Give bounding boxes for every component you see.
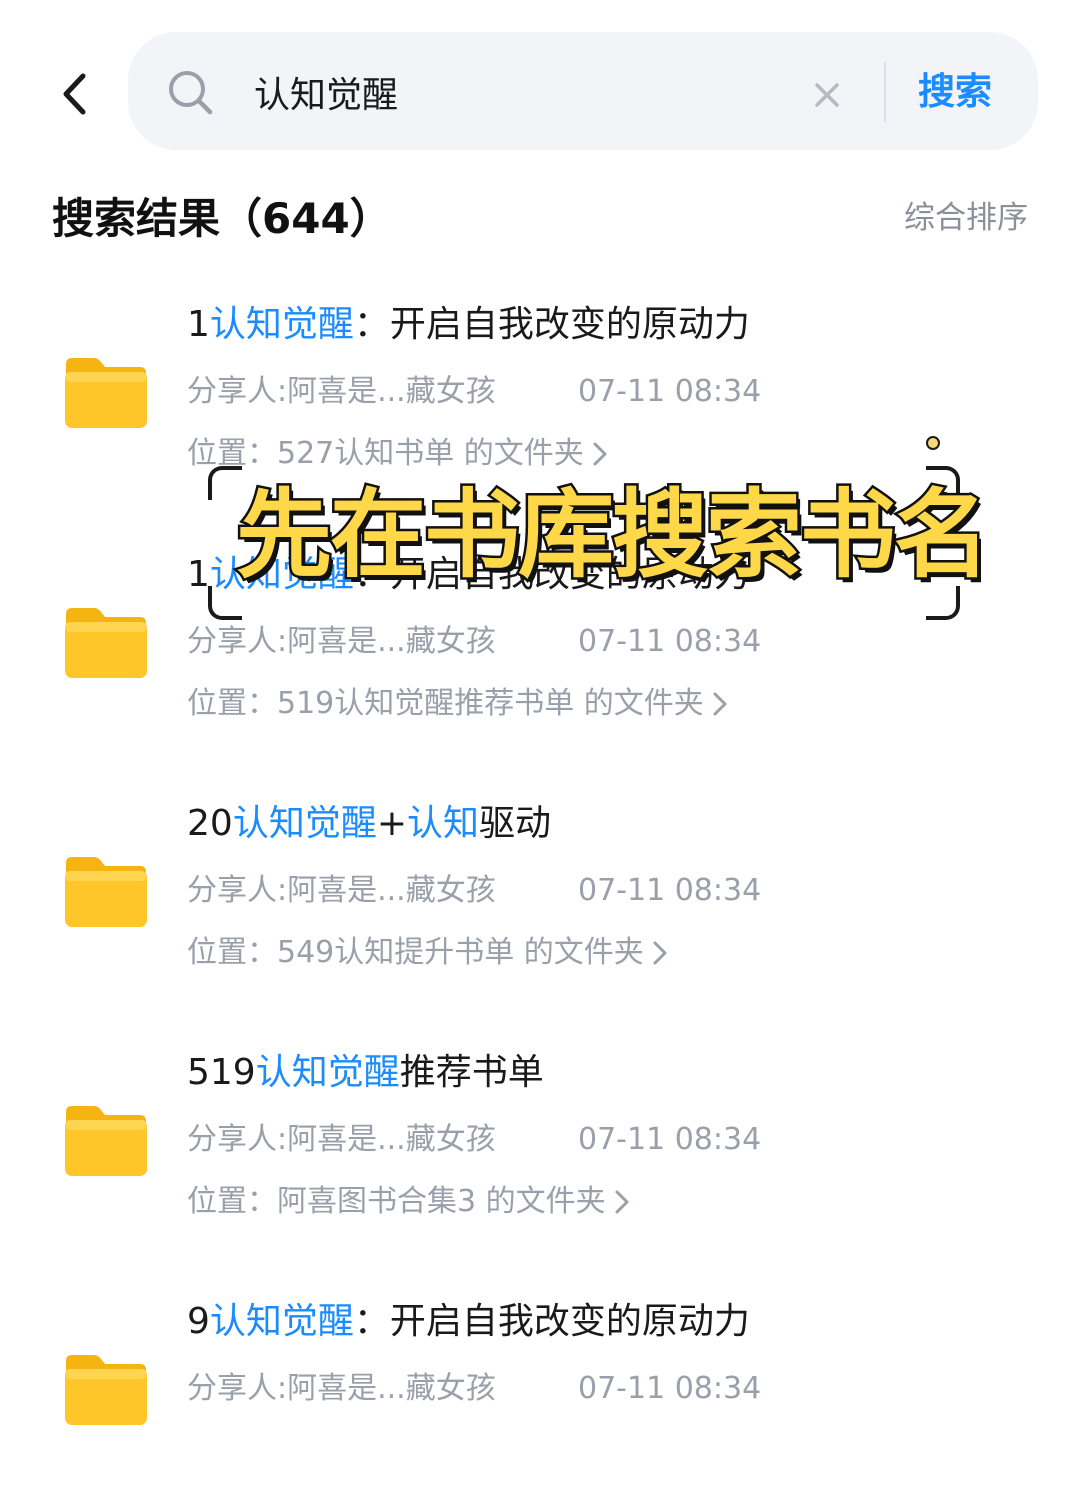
result-location-link[interactable]: 位置：519认知觉醒推荐书单 的文件夹	[187, 682, 728, 726]
chevron-left-icon	[63, 73, 86, 115]
result-location: 位置：519认知觉醒推荐书单 的文件夹	[187, 686, 704, 721]
result-sharer: 分享人:阿喜是...藏女孩	[187, 873, 496, 908]
title-highlight: 认知	[407, 803, 480, 844]
close-icon	[815, 83, 839, 107]
clear-search-button[interactable]	[808, 76, 846, 114]
result-time: 07-11 08:34	[578, 1122, 762, 1157]
folder-icon	[65, 1106, 147, 1176]
chevron-right-icon	[713, 692, 727, 716]
title-text: 推荐书单	[399, 1052, 544, 1093]
title-highlight: 认知觉醒	[255, 1052, 400, 1093]
title-text: ：开启自我改变的原动力	[353, 1301, 750, 1342]
result-time: 07-11 08:34	[578, 1371, 762, 1406]
title-highlight: 认知觉醒	[232, 803, 377, 844]
result-location-link[interactable]: 位置：阿喜图书合集3 的文件夹	[187, 1180, 630, 1224]
title-text: 519	[187, 1052, 256, 1093]
result-location: 位置：549认知提升书单 的文件夹	[187, 935, 644, 970]
result-time: 07-11 08:34	[578, 374, 762, 409]
folder-icon	[65, 358, 147, 428]
title-text: +	[376, 803, 407, 844]
result-time: 07-11 08:34	[578, 873, 762, 908]
result-title[interactable]: 519认知觉醒推荐书单	[187, 1048, 544, 1098]
chevron-right-icon	[593, 442, 607, 466]
title-text: 1	[187, 304, 210, 345]
chevron-right-icon	[653, 941, 667, 965]
overlay-caption: 先在书库搜索书名	[234, 477, 993, 594]
title-text: 驱动	[479, 803, 552, 844]
result-sharer: 分享人:阿喜是...藏女孩	[187, 624, 496, 659]
result-item[interactable]: 1认知觉醒：开启自我改变的原动力 分享人:阿喜是...藏女孩 07-11 08:…	[0, 298, 1080, 498]
result-location-link[interactable]: 位置：549认知提升书单 的文件夹	[187, 931, 668, 975]
result-location: 位置：阿喜图书合集3 的文件夹	[187, 1184, 606, 1219]
results-heading: 搜索结果（644）	[52, 194, 392, 243]
title-text: 9	[187, 1301, 210, 1342]
title-highlight: 认知觉醒	[209, 1301, 354, 1342]
result-time: 07-11 08:34	[578, 624, 762, 659]
search-bar: 搜索	[128, 32, 1038, 150]
folder-icon	[65, 1355, 147, 1425]
result-item[interactable]: 519认知觉醒推荐书单 分享人:阿喜是...藏女孩 07-11 08:34 位置…	[0, 1046, 1080, 1246]
search-submit-button[interactable]: 搜索	[918, 68, 992, 116]
result-title[interactable]: 20认知觉醒+认知驱动	[187, 799, 551, 849]
search-divider	[884, 62, 886, 122]
result-title[interactable]: 9认知觉醒：开启自我改变的原动力	[187, 1297, 750, 1347]
sort-button[interactable]: 综合排序	[904, 196, 1028, 240]
result-sharer: 分享人:阿喜是...藏女孩	[187, 374, 496, 409]
title-text: 20	[187, 803, 233, 844]
result-sharer: 分享人:阿喜是...藏女孩	[187, 1371, 496, 1406]
result-sharer: 分享人:阿喜是...藏女孩	[187, 1122, 496, 1157]
title-text: ：开启自我改变的原动力	[353, 304, 750, 345]
result-item[interactable]: 20认知觉醒+认知驱动 分享人:阿喜是...藏女孩 07-11 08:34 位置…	[0, 797, 1080, 997]
decor-dot	[926, 436, 940, 450]
folder-icon	[65, 608, 147, 678]
result-item[interactable]: 9认知觉醒：开启自我改变的原动力 分享人:阿喜是...藏女孩 07-11 08:…	[0, 1295, 1080, 1495]
result-title[interactable]: 1认知觉醒：开启自我改变的原动力	[187, 300, 750, 350]
chevron-right-icon	[615, 1190, 629, 1214]
folder-icon	[65, 857, 147, 927]
title-text: 1	[187, 554, 210, 595]
search-icon	[169, 71, 213, 115]
back-button[interactable]	[52, 66, 96, 122]
search-input[interactable]	[254, 62, 794, 122]
title-highlight: 认知觉醒	[209, 304, 354, 345]
